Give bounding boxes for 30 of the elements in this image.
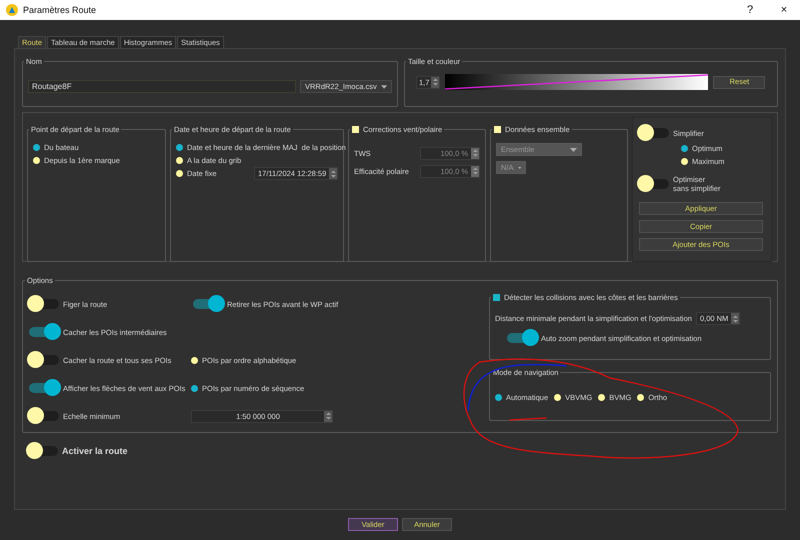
caret-icon	[518, 166, 521, 170]
radio-button[interactable]	[33, 144, 40, 151]
radio-button[interactable]	[681, 145, 688, 152]
radio-button[interactable]	[176, 157, 183, 164]
app-logo-icon	[6, 4, 18, 16]
window-title: Paramètres Route	[23, 5, 96, 15]
radio-button[interactable]	[191, 384, 198, 392]
radio-button[interactable]	[176, 144, 183, 151]
radio-button[interactable]	[637, 394, 644, 401]
radio-button[interactable]	[554, 394, 562, 401]
stepper-arrows-icon	[732, 314, 739, 324]
name-field[interactable]: Routage8F	[28, 80, 296, 93]
radio-button[interactable]	[681, 158, 688, 165]
radio-button[interactable]	[598, 394, 606, 401]
caret-icon	[380, 84, 387, 88]
close-button[interactable]: ×	[772, 4, 796, 16]
toggle-label: Activer la route	[62, 446, 128, 456]
stepper-arrows-icon	[472, 166, 478, 176]
help-button[interactable]: ?	[738, 4, 762, 16]
checkbox[interactable]	[493, 294, 500, 301]
radio-button[interactable]	[495, 394, 502, 401]
caret-icon	[570, 148, 577, 152]
checkbox[interactable]	[494, 126, 501, 133]
radio-button[interactable]	[33, 157, 40, 164]
radio-button[interactable]	[191, 356, 198, 364]
radio-button[interactable]	[176, 170, 183, 177]
stepper-arrows-icon	[432, 77, 439, 87]
stepper-arrows-icon	[472, 148, 478, 158]
stepper-arrows-icon	[324, 411, 332, 421]
checkbox[interactable]	[352, 126, 359, 133]
